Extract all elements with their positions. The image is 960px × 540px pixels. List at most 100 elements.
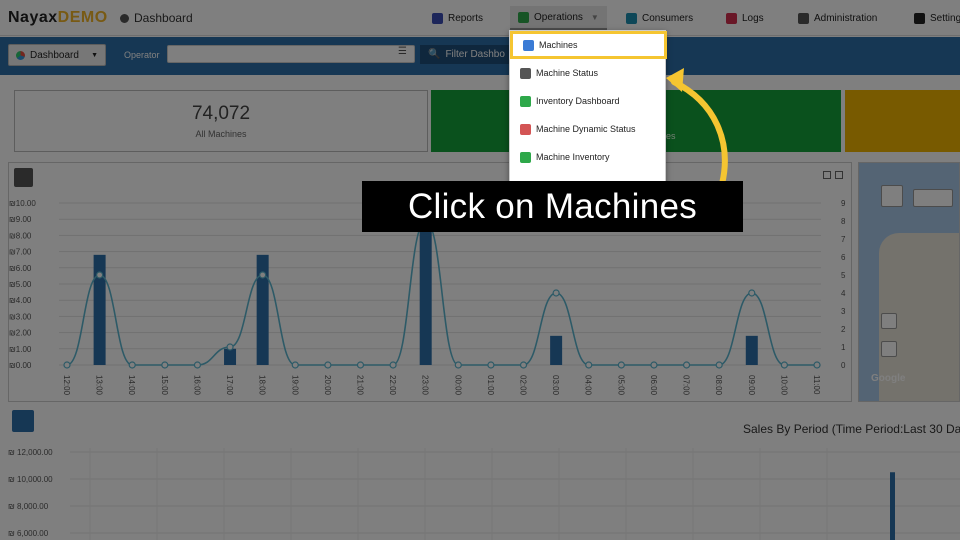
callout-text: Click on Machines: [407, 186, 698, 226]
y-tick-label: ₪ 10,000.00: [8, 475, 53, 484]
brand-name: Nayax: [8, 9, 58, 26]
y-left-tick-label: ₪10.00: [9, 199, 36, 208]
x-tick-label: 21:00: [355, 375, 364, 396]
dropdown-item-machines[interactable]: Machines: [510, 31, 667, 59]
menu-label: Administration: [814, 12, 878, 24]
map-type-button[interactable]: [913, 189, 953, 207]
menu-item-logs[interactable]: Logs: [718, 6, 772, 30]
dashboard-toolbar: Dashboard ▼ Operator ☰ 🔍 Filter Dashbo: [0, 37, 960, 75]
series-line: [66, 220, 817, 366]
map-zoom-out-button[interactable]: [881, 341, 897, 357]
line-point: [96, 271, 104, 279]
line-point: [585, 361, 593, 369]
x-tick-label: 10:00: [779, 375, 788, 396]
x-tick-label: 01:00: [486, 375, 495, 396]
filter-dashboard-button[interactable]: 🔍 Filter Dashbo: [420, 45, 520, 64]
line-point: [161, 361, 169, 369]
map-zoom-button[interactable]: [881, 185, 903, 207]
menu-label: Operations: [534, 11, 583, 23]
menu-item-setting[interactable]: Setting: [906, 6, 960, 30]
line-point: [226, 343, 234, 351]
y-left-tick-label: ₪4.00: [9, 296, 32, 305]
y-tick-label: ₪ 12,000.00: [8, 448, 53, 457]
dropdown-item-inventory-dashboard[interactable]: Inventory Dashboard: [510, 87, 667, 115]
top-navigation: NayaxDEMO Dashboard Reports Operations ▼ Co…: [0, 0, 960, 36]
menu-label: Consumers: [642, 12, 694, 24]
operations-dropdown: Machines Machine Status Inventory Dashboar…: [509, 30, 667, 190]
line-point: [617, 361, 625, 369]
menu-item-operations[interactable]: Operations ▼: [510, 6, 607, 30]
menu-label: Setting: [930, 12, 960, 24]
x-tick-label: 16:00: [192, 375, 201, 396]
x-tick-label: 12:00: [62, 375, 71, 396]
dropdown-item-label: Machine Inventory: [536, 152, 610, 162]
line-point: [715, 361, 723, 369]
line-point: [487, 361, 495, 369]
x-tick-label: 20:00: [323, 375, 332, 396]
chart-bar: [890, 472, 895, 540]
y-right-tick-label: 2: [841, 325, 846, 334]
map-pan-button[interactable]: [881, 313, 897, 329]
machine-icon: [520, 151, 531, 163]
list-icon[interactable]: ☰: [398, 46, 407, 57]
x-tick-label: 06:00: [649, 375, 658, 396]
summary-cards: 74,072 All Machines nes: [14, 90, 960, 152]
x-tick-label: 08:00: [714, 375, 723, 396]
y-right-tick-label: 1: [841, 343, 846, 352]
line-point: [259, 271, 267, 279]
dashboard-select-button[interactable]: Dashboard ▼: [8, 44, 106, 66]
consumers-icon: [626, 12, 637, 24]
y-left-tick-label: ₪7.00: [9, 248, 32, 257]
dropdown-item-label: Inventory Dashboard: [536, 96, 620, 106]
y-left-tick-label: ₪6.00: [9, 264, 32, 273]
chart-bar: [256, 254, 269, 365]
chart-bar: [745, 335, 758, 365]
machine-icon: [523, 39, 534, 51]
x-tick-label: 03:00: [551, 375, 560, 396]
line-point: [454, 361, 462, 369]
x-tick-label: 05:00: [616, 375, 625, 396]
chevron-down-icon: ▼: [590, 12, 599, 22]
line-point: [682, 361, 691, 369]
dropdown-item-machine-inventory[interactable]: Machine Inventory: [510, 143, 667, 171]
x-tick-label: 15:00: [160, 375, 169, 396]
pie-chart-icon: [16, 50, 25, 60]
dropdown-item-machine-status[interactable]: Machine Status: [510, 59, 667, 87]
warning-machines-card[interactable]: [845, 90, 960, 152]
nayax-logo[interactable]: NayaxDEMO: [8, 9, 108, 27]
menu-item-administration[interactable]: Administration: [790, 6, 885, 30]
x-tick-label: 22:00: [388, 375, 397, 396]
x-tick-label: 19:00: [290, 375, 299, 396]
x-tick-label: 02:00: [519, 375, 528, 396]
all-machines-card[interactable]: 74,072 All Machines: [14, 90, 428, 152]
x-tick-label: 00:00: [453, 375, 462, 396]
y-left-tick-label: ₪9.00: [9, 215, 32, 224]
y-right-tick-label: 5: [841, 271, 846, 280]
dropdown-item-label: Machine Dynamic Status: [536, 124, 636, 134]
instruction-callout: Click on Machines: [362, 181, 743, 232]
menu-label: Reports: [448, 12, 484, 24]
machine-icon: [520, 95, 531, 107]
menu-item-consumers[interactable]: Consumers: [618, 6, 701, 30]
reports-icon: [432, 12, 443, 24]
y-left-tick-label: ₪3.00: [9, 312, 32, 321]
menu-item-reports[interactable]: Reports: [424, 6, 491, 30]
google-logo: Google: [871, 373, 906, 384]
menu-label: Logs: [742, 12, 764, 24]
y-left-tick-label: ₪2.00: [9, 329, 32, 338]
machines-map[interactable]: Google: [858, 162, 960, 402]
x-tick-label: 17:00: [225, 375, 234, 396]
machines-count: 74,072: [191, 103, 251, 124]
line-point: [63, 361, 71, 369]
chart-bar: [550, 335, 563, 365]
operator-input[interactable]: [167, 45, 415, 63]
logs-icon: [726, 12, 737, 24]
y-tick-label: ₪ 6,000.00: [8, 529, 49, 538]
line-point: [291, 361, 299, 369]
dashboard-dot-icon: [120, 13, 129, 23]
x-tick-label: 09:00: [747, 375, 756, 396]
dropdown-item-machine-dynamic-status[interactable]: Machine Dynamic Status: [510, 115, 667, 143]
line-point: [748, 289, 756, 297]
dashboard-select-label: Dashboard: [30, 49, 79, 61]
line-point: [552, 289, 560, 297]
